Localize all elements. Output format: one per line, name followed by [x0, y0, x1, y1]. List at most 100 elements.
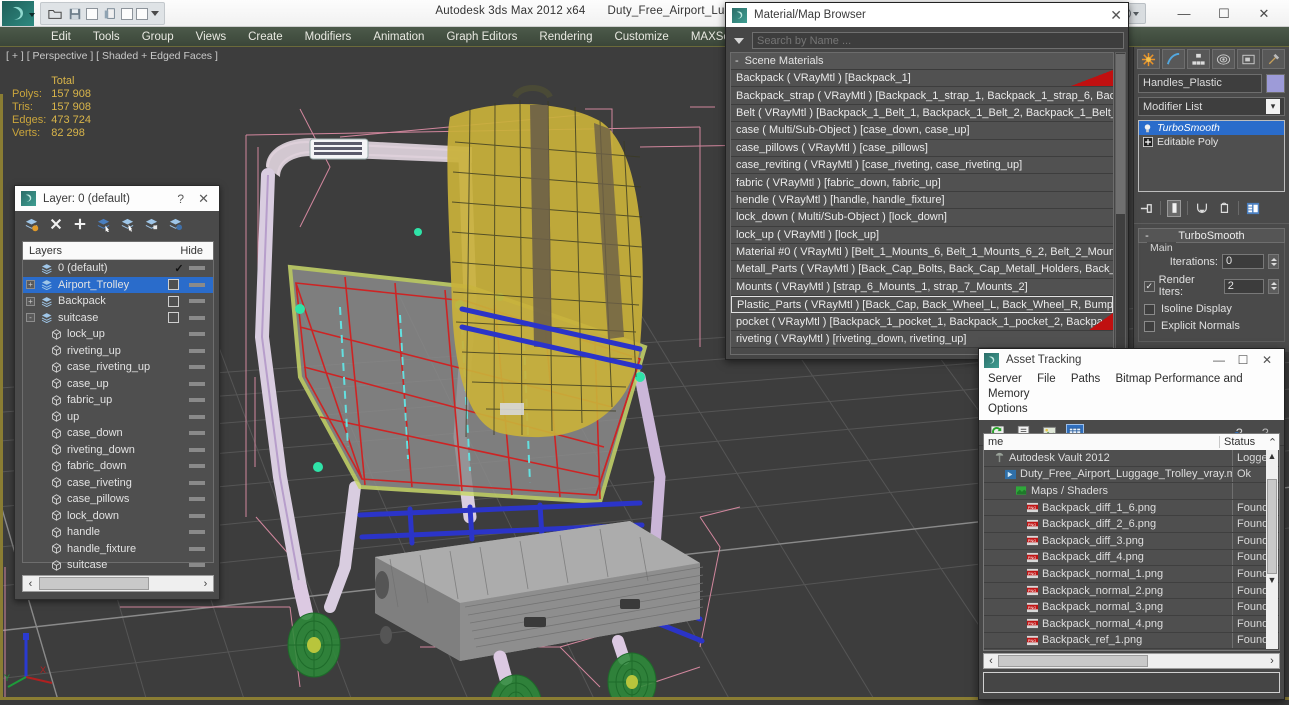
remove-modifier-icon[interactable]: [1216, 200, 1232, 216]
group-collapse-icon[interactable]: -: [735, 55, 739, 67]
column-name[interactable]: me: [984, 436, 1220, 448]
menu-item-views[interactable]: Views: [185, 27, 237, 47]
layer-row[interactable]: lock_down: [23, 508, 213, 525]
hide-column-cell[interactable]: [189, 381, 205, 386]
layer-row[interactable]: case_pillows: [23, 491, 213, 508]
scroll-left-icon[interactable]: ‹: [984, 655, 998, 667]
isoline-display-checkbox[interactable]: [1144, 303, 1155, 315]
rollout-header[interactable]: - TurboSmooth: [1138, 228, 1285, 243]
layer-active-checkbox[interactable]: [168, 279, 179, 291]
menu-item-edit[interactable]: Edit: [40, 27, 82, 47]
layer-row[interactable]: + Airport_Trolley: [23, 276, 213, 293]
asset-row[interactable]: PNG Backpack_normal_3.png Found: [984, 599, 1279, 616]
explicit-normals-row[interactable]: Explicit Normals: [1144, 320, 1279, 332]
asset-row[interactable]: PNG Backpack_diff_1_6.png Found: [984, 499, 1279, 517]
asset-tracking-title-bar[interactable]: Asset Tracking — ☐ ✕: [979, 349, 1284, 371]
make-unique-icon[interactable]: [1194, 200, 1210, 216]
lightbulb-icon[interactable]: [1142, 123, 1153, 134]
hide-column-cell[interactable]: [189, 530, 205, 535]
layer-row[interactable]: up: [23, 409, 213, 426]
layer-active-checkbox[interactable]: [168, 312, 179, 324]
hide-column-cell[interactable]: [189, 299, 205, 304]
scroll-up-icon[interactable]: ▲: [1266, 450, 1278, 463]
asset-row[interactable]: PNG Backpack_normal_2.png Found: [984, 582, 1279, 600]
isoline-display-row[interactable]: Isoline Display: [1144, 303, 1279, 315]
asset-row[interactable]: PNG Backpack_diff_4.png Found: [984, 549, 1279, 567]
layer-row[interactable]: + Backpack: [23, 293, 213, 310]
material-list[interactable]: - Scene Materials Backpack ( VRayMtl ) […: [730, 52, 1114, 355]
menu-item-tools[interactable]: Tools: [82, 27, 131, 47]
select-objects-in-layer-icon[interactable]: [120, 217, 135, 232]
expand-toggle-icon[interactable]: +: [26, 296, 35, 306]
delete-layer-icon[interactable]: [48, 217, 63, 232]
menu-item-paths[interactable]: Paths: [1071, 373, 1100, 385]
search-options-icon[interactable]: [734, 37, 744, 44]
hide-column-cell[interactable]: [189, 315, 205, 320]
utilities-tab-icon[interactable]: [1262, 49, 1285, 69]
asset-row[interactable]: PNG Backpack_ref_1.png Found: [984, 632, 1279, 650]
layer-row[interactable]: fabric_down: [23, 458, 213, 475]
material-row[interactable]: case_pillows ( VRayMtl ) [case_pillows]: [731, 139, 1113, 157]
layer-row[interactable]: handle_fixture: [23, 541, 213, 558]
hide-column-cell[interactable]: [189, 497, 205, 502]
hide-column-cell[interactable]: [189, 464, 205, 469]
layer-row[interactable]: lock_up: [23, 326, 213, 343]
material-row[interactable]: fabric ( VRayMtl ) [fabric_down, fabric_…: [731, 174, 1113, 192]
menu-item-modifiers[interactable]: Modifiers: [294, 27, 363, 47]
modifier-stack-item-editable-poly[interactable]: Editable Poly: [1139, 135, 1284, 149]
modifier-stack[interactable]: TurboSmooth Editable Poly: [1138, 120, 1285, 192]
scroll-right-icon[interactable]: ›: [1265, 655, 1279, 667]
maximize-button[interactable]: ☐: [1231, 353, 1255, 367]
menu-item-rendering[interactable]: Rendering: [528, 27, 603, 47]
close-button[interactable]: ✕: [1255, 353, 1279, 367]
scene-materials-group-header[interactable]: - Scene Materials: [731, 53, 1113, 70]
hide-column-cell[interactable]: [189, 414, 205, 419]
layer-row[interactable]: 0 (default) ✓: [23, 260, 213, 277]
material-row[interactable]: riveting ( VRayMtl ) [riveting_down, riv…: [731, 330, 1113, 349]
add-selection-icon[interactable]: [72, 217, 87, 232]
iterations-spinner-value[interactable]: 0: [1222, 254, 1264, 269]
material-row[interactable]: pocket ( VRayMtl ) [Backpack_1_pocket_1,…: [731, 313, 1113, 331]
hide-column-cell[interactable]: [189, 282, 205, 287]
scroll-down-icon[interactable]: ▼: [1266, 574, 1278, 587]
layer-row[interactable]: handle: [23, 524, 213, 541]
scrollbar-thumb[interactable]: [39, 577, 149, 590]
menu-item-customize[interactable]: Customize: [603, 27, 679, 47]
menu-item-create[interactable]: Create: [237, 27, 294, 47]
iterations-spinner-arrows[interactable]: [1268, 254, 1279, 269]
hide-column-cell[interactable]: [189, 398, 205, 403]
modifier-list-dropdown[interactable]: Modifier List ▾: [1138, 97, 1285, 116]
asset-row[interactable]: Autodesk Vault 2012 Logged: [984, 450, 1279, 467]
asset-row[interactable]: PNG Backpack_normal_1.png Found: [984, 566, 1279, 583]
chevron-down-icon[interactable]: ▾: [1266, 99, 1280, 114]
layer-list[interactable]: Layers Hide 0 (default) ✓ + Airport_Trolley…: [22, 241, 214, 571]
render-iters-spinner-arrows[interactable]: [1268, 278, 1279, 294]
layer-row[interactable]: case_riveting_up: [23, 359, 213, 376]
layer-row[interactable]: - suitcase: [23, 310, 213, 327]
menu-item-options[interactable]: Options: [988, 402, 1275, 417]
material-row[interactable]: case ( Multi/Sub-Object ) [case_down, ca…: [731, 122, 1113, 140]
layer-row[interactable]: riveting_up: [23, 343, 213, 360]
hide-column-cell[interactable]: [189, 480, 205, 485]
layer-row[interactable]: case_down: [23, 425, 213, 442]
minimize-button[interactable]: —: [1177, 6, 1191, 21]
material-row[interactable]: Plastic_Parts ( VRayMtl ) [Back_Cap, Bac…: [731, 296, 1113, 314]
menu-item-server[interactable]: Server: [988, 373, 1022, 385]
material-browser-title-bar[interactable]: Material/Map Browser ✕: [726, 3, 1128, 27]
close-button[interactable]: ✕: [198, 191, 209, 207]
hide-unhide-layer-icon[interactable]: [168, 217, 183, 232]
configure-modifier-sets-icon[interactable]: [1245, 200, 1261, 216]
hierarchy-tab-icon[interactable]: [1187, 49, 1210, 69]
display-tab-icon[interactable]: [1237, 49, 1260, 69]
menu-item-animation[interactable]: Animation: [362, 27, 435, 47]
search-input[interactable]: [752, 32, 1124, 49]
hide-column-cell[interactable]: [189, 513, 205, 518]
hide-column-cell[interactable]: [189, 563, 205, 568]
motion-tab-icon[interactable]: [1212, 49, 1235, 69]
material-row[interactable]: hendle ( VRayMtl ) [handle, handle_fixtu…: [731, 191, 1113, 210]
modify-tab-icon[interactable]: [1162, 49, 1185, 69]
viewport-label[interactable]: [ + ] [ Perspective ] [ Shaded + Edged F…: [6, 50, 218, 62]
object-name-field[interactable]: Handles_Plastic: [1138, 74, 1262, 93]
asset-row[interactable]: PNG Backpack_normal_4.png Found: [984, 615, 1279, 633]
layer-list-horizontal-scrollbar[interactable]: ‹ ›: [22, 575, 214, 592]
